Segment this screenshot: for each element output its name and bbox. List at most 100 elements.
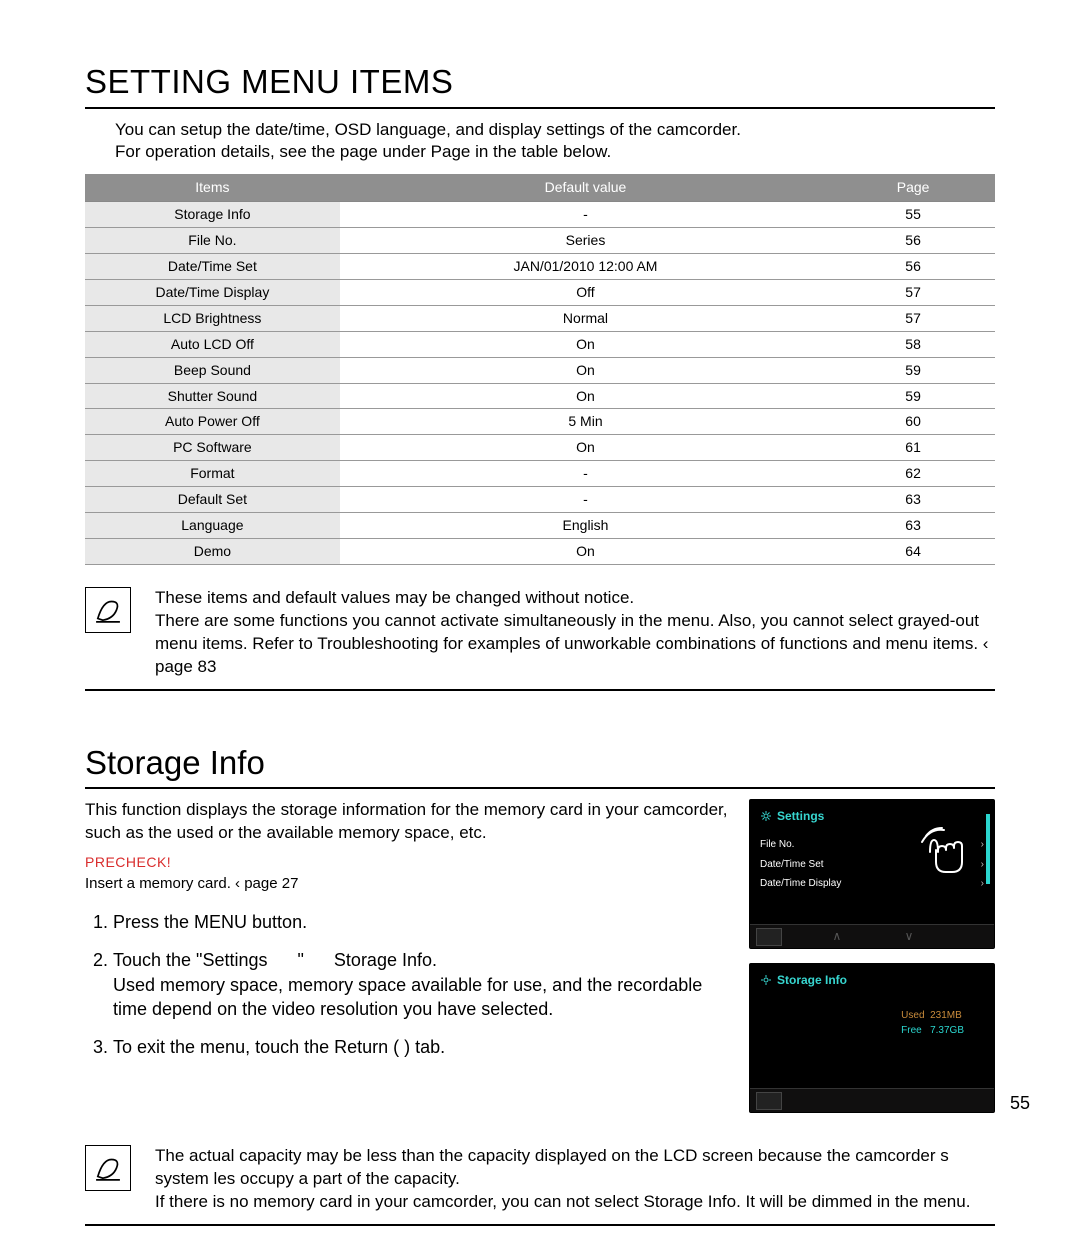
cell-page: 62 <box>831 461 995 487</box>
lcd1-bottom-bar: ∧ ∨ <box>750 924 994 948</box>
cell-page: 59 <box>831 357 995 383</box>
table-row: DemoOn64 <box>85 538 995 564</box>
note2-line2: If there is no memory card in your camco… <box>155 1191 995 1214</box>
lcd-storage-info: Storage Info Used 231MB Free 7.37GB <box>749 963 995 1113</box>
table-row: LCD BrightnessNormal57 <box>85 305 995 331</box>
cell-page: 56 <box>831 254 995 280</box>
step-2a-mid: " <box>298 950 304 970</box>
lcd2-title-row: Storage Info <box>760 972 984 988</box>
cell-default: On <box>340 357 831 383</box>
table-row: LanguageEnglish63 <box>85 513 995 539</box>
table-row: Date/Time SetJAN/01/2010 12:00 AM56 <box>85 254 995 280</box>
cell-default: On <box>340 383 831 409</box>
cell-default: - <box>340 487 831 513</box>
cell-default: On <box>340 538 831 564</box>
lcd2-bottom-bar <box>750 1088 994 1112</box>
cell-default: JAN/01/2010 12:00 AM <box>340 254 831 280</box>
settings-table: Items Default value Page Storage Info-55… <box>85 174 995 564</box>
used-label: Used <box>901 1010 924 1021</box>
chevron-right-icon: › <box>981 858 984 872</box>
note-icon <box>85 587 131 633</box>
cell-item: Beep Sound <box>85 357 340 383</box>
lcd1-title: Settings <box>777 808 824 824</box>
th-items: Items <box>85 174 340 201</box>
note-icon <box>85 1145 131 1191</box>
cell-default: 5 Min <box>340 409 831 435</box>
lcd1-row1-label: Date/Time Set <box>760 858 824 872</box>
heading-setting-menu-items: SETTING MENU ITEMS <box>85 60 995 109</box>
table-row: Shutter SoundOn59 <box>85 383 995 409</box>
note-block-2: The actual capacity may be less than the… <box>85 1145 995 1226</box>
step-1: Press the MENU button. <box>113 910 729 934</box>
cell-item: Date/Time Set <box>85 254 340 280</box>
table-row: Auto LCD OffOn58 <box>85 331 995 357</box>
chevron-right-icon: › <box>981 877 984 891</box>
cell-item: PC Software <box>85 435 340 461</box>
cell-item: Date/Time Display <box>85 279 340 305</box>
nav-arrows: ∧ ∨ <box>782 928 994 944</box>
step-2a: Touch the "Settings <box>113 950 268 970</box>
lcd1-row0-label: File No. <box>760 838 794 852</box>
hand-icon <box>916 822 976 882</box>
intro-line2: For operation details, see the page unde… <box>115 142 611 161</box>
lcd1-scrollbar <box>986 814 990 884</box>
cell-page: 57 <box>831 279 995 305</box>
step-2b: Used memory space, memory space availabl… <box>113 973 729 1022</box>
steps-list: Press the MENU button. Touch the "Settin… <box>107 910 729 1059</box>
precheck-label: PRECHECK! <box>85 853 729 872</box>
lcd2-title: Storage Info <box>777 972 847 988</box>
chevron-right-icon: › <box>981 838 984 852</box>
cell-item: Auto Power Off <box>85 409 340 435</box>
lcd1-row2-label: Date/Time Display <box>760 877 841 891</box>
note1-line2: There are some functions you cannot acti… <box>155 610 995 679</box>
th-page: Page <box>831 174 995 201</box>
cell-default: On <box>340 435 831 461</box>
cell-default: - <box>340 202 831 228</box>
gear-icon <box>760 974 772 986</box>
intro-block: You can setup the date/time, OSD languag… <box>115 119 995 165</box>
table-row: File No.Series56 <box>85 228 995 254</box>
cell-default: English <box>340 513 831 539</box>
cell-default: Series <box>340 228 831 254</box>
cell-page: 59 <box>831 383 995 409</box>
lcd-settings: Settings File No. › Date/Time Set › Date/T… <box>749 799 995 949</box>
cell-page: 57 <box>831 305 995 331</box>
cell-page: 63 <box>831 513 995 539</box>
return-tab-icon <box>756 928 782 946</box>
table-row: Beep SoundOn59 <box>85 357 995 383</box>
note1-line1: These items and default values may be ch… <box>155 587 995 610</box>
cell-default: On <box>340 331 831 357</box>
cell-item: File No. <box>85 228 340 254</box>
table-row: PC SoftwareOn61 <box>85 435 995 461</box>
step-3: To exit the menu, touch the Return ( ) t… <box>113 1035 729 1059</box>
table-row: Date/Time DisplayOff57 <box>85 279 995 305</box>
table-row: Default Set-63 <box>85 487 995 513</box>
cell-item: Auto LCD Off <box>85 331 340 357</box>
cell-page: 61 <box>831 435 995 461</box>
step-2: Touch the "Settings " Storage Info. Used… <box>113 948 729 1021</box>
cell-page: 64 <box>831 538 995 564</box>
intro-line1: You can setup the date/time, OSD languag… <box>115 120 741 139</box>
note2-line1: The actual capacity may be less than the… <box>155 1145 995 1191</box>
cell-default: Normal <box>340 305 831 331</box>
table-row: Format-62 <box>85 461 995 487</box>
page-number: 55 <box>1010 1091 1030 1115</box>
cell-page: 58 <box>831 331 995 357</box>
cell-page: 63 <box>831 487 995 513</box>
cell-default: - <box>340 461 831 487</box>
free-label: Free <box>901 1025 922 1036</box>
gear-icon <box>760 810 772 822</box>
cell-item: Default Set <box>85 487 340 513</box>
cell-item: Format <box>85 461 340 487</box>
table-row: Auto Power Off5 Min60 <box>85 409 995 435</box>
note-block-1: These items and default values may be ch… <box>85 587 995 691</box>
cell-default: Off <box>340 279 831 305</box>
cell-item: Shutter Sound <box>85 383 340 409</box>
cell-item: Language <box>85 513 340 539</box>
used-val: 231MB <box>930 1010 962 1021</box>
storage-intro: This function displays the storage infor… <box>85 799 729 845</box>
step-2a-end: Storage Info. <box>334 950 437 970</box>
heading-storage-info: Storage Info <box>85 741 995 790</box>
cell-page: 60 <box>831 409 995 435</box>
table-row: Storage Info-55 <box>85 202 995 228</box>
